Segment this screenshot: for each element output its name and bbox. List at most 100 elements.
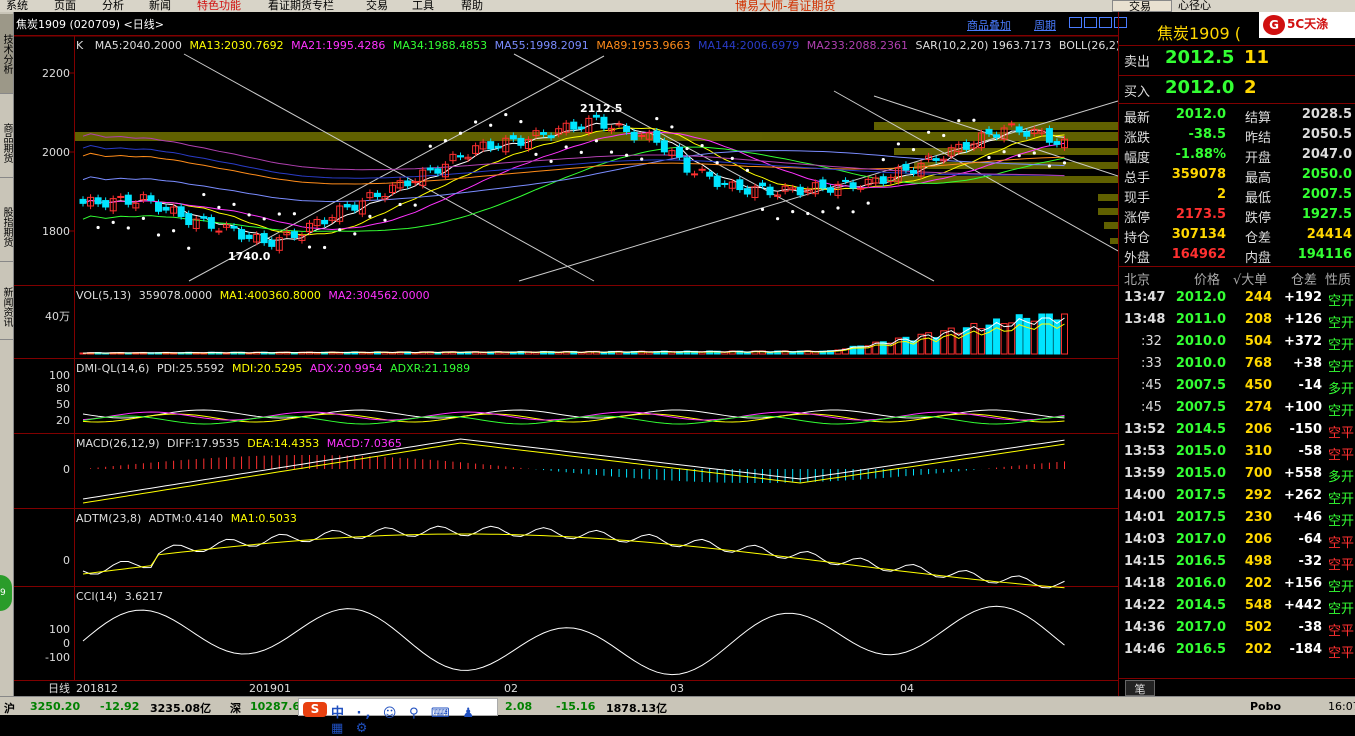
- candle-body: [117, 195, 125, 198]
- tick-time: 14:46: [1124, 642, 1166, 657]
- tab-news[interactable]: 新闻资讯: [0, 274, 13, 340]
- sar-dot: [625, 153, 629, 157]
- candle-body: [577, 126, 585, 130]
- sar-dot: [927, 130, 931, 134]
- menu-column[interactable]: 看证期货专栏: [268, 0, 334, 12]
- vol-legend-value: 359078.0000: [139, 289, 212, 302]
- dmi-legend: DMI-QL(14,6) PDI:25.5592 MDI:20.5295 ADX…: [76, 362, 470, 375]
- tab-index-futures[interactable]: 股指期货: [0, 192, 13, 262]
- y-label-2000: 2000: [42, 146, 70, 159]
- quote-symbol-name: 焦炭1909 (: [1157, 24, 1242, 43]
- zoom-out-icon[interactable]: [1069, 17, 1082, 28]
- candle-body: [373, 192, 381, 198]
- quote-row: 最新 2012.0 结算 2028.5: [1119, 105, 1355, 126]
- period-link[interactable]: 周期: [1034, 17, 1056, 33]
- sh-change: -12.92: [100, 700, 140, 713]
- menu-tools[interactable]: 工具: [412, 0, 434, 12]
- tick-nature: 空开: [1327, 316, 1354, 331]
- candle-body: [826, 187, 834, 193]
- tick-row[interactable]: 14:00 2017.5 292 +262 空开: [1119, 485, 1355, 507]
- menu-help[interactable]: 帮助: [461, 0, 483, 12]
- sar-dot: [760, 207, 765, 212]
- macd-legend: MACD(26,12,9) DIFF:17.9535 DEA:14.4353 M…: [76, 437, 402, 450]
- tick-volume: 768: [1244, 356, 1272, 371]
- tab-technical-analysis[interactable]: 技术分析: [0, 14, 13, 94]
- menu-features[interactable]: 特色功能: [197, 0, 241, 12]
- sar-dot: [323, 245, 327, 250]
- tab-commodity-futures[interactable]: 商品期货: [0, 108, 13, 178]
- zoom-in-icon[interactable]: [1084, 17, 1097, 28]
- tab-ticks[interactable]: 笔: [1125, 680, 1155, 696]
- dmi-axis-80: 80: [56, 382, 70, 395]
- tick-row[interactable]: 13:52 2014.5 206 -150 空平: [1119, 419, 1355, 441]
- chart-area[interactable]: K MA5:2040.2000 MA13:2030.7692 MA21:1995…: [14, 36, 1118, 696]
- main-legend: K MA5:2040.2000 MA13:2030.7692 MA21:1995…: [76, 39, 1118, 52]
- tick-row[interactable]: 14:46 2016.5 202 -184 空平: [1119, 639, 1355, 661]
- sar-dot: [353, 232, 357, 236]
- tick-price: 2016.5: [1175, 554, 1226, 569]
- menu-system[interactable]: 系统: [6, 0, 28, 12]
- tick-row[interactable]: :33 2010.0 768 +38 空开: [1119, 353, 1355, 375]
- tick-row[interactable]: :45 2007.5 274 +100 空开: [1119, 397, 1355, 419]
- tick-row[interactable]: :32 2010.0 504 +372 空开: [1119, 331, 1355, 353]
- menu-news[interactable]: 新闻: [149, 0, 171, 12]
- symbol-title: 焦炭1909 (020709) <日线>: [16, 18, 164, 31]
- tick-row[interactable]: 14:03 2017.0 206 -64 空平: [1119, 529, 1355, 551]
- tick-nature: 空平: [1327, 646, 1354, 661]
- x-label-201812: 201812: [76, 682, 118, 695]
- sar-dot: [368, 214, 372, 218]
- tick-volume: 202: [1244, 642, 1272, 657]
- sar-dot: [172, 229, 176, 233]
- sz-change: -15.16: [556, 700, 596, 713]
- tick-row[interactable]: 14:01 2017.5 230 +46 空开: [1119, 507, 1355, 529]
- sar-dot: [791, 210, 795, 214]
- tick-row[interactable]: 14:18 2016.0 202 +156 空开: [1119, 573, 1355, 595]
- cci-legend: CCI(14) 3.6217: [76, 590, 163, 603]
- sell-label: 卖出: [1124, 55, 1151, 70]
- menu-analysis[interactable]: 分析: [102, 0, 124, 12]
- arrow-left-icon[interactable]: [1099, 17, 1112, 28]
- stat-value: 359078: [1171, 167, 1226, 182]
- ime-icons[interactable]: 中 ·, ☺ ⚲ ⌨ ♟ ▦ ⚙: [331, 702, 497, 736]
- tick-row[interactable]: 14:15 2016.5 498 -32 空平: [1119, 551, 1355, 573]
- overlay-link[interactable]: 商品叠加: [967, 17, 1011, 33]
- trade-button[interactable]: 交易: [1112, 0, 1172, 12]
- candle-body: [630, 131, 638, 141]
- tick-row[interactable]: 14:36 2017.0 502 -38 空平: [1119, 617, 1355, 639]
- menu-page[interactable]: 页面: [54, 0, 76, 12]
- tick-row[interactable]: 13:48 2011.0 208 +126 空开: [1119, 309, 1355, 331]
- macd-legend-macd: MACD:7.0365: [327, 437, 402, 450]
- candle-body: [910, 170, 917, 174]
- band-6: [1098, 194, 1118, 201]
- sar-dot: [443, 138, 447, 143]
- tick-row[interactable]: :45 2007.5 450 -14 多开: [1119, 375, 1355, 397]
- candle-body: [94, 197, 102, 205]
- candle-body: [215, 230, 223, 233]
- x-axis-period: 日线: [48, 681, 70, 695]
- tick-time: 14:03: [1124, 532, 1166, 547]
- sell-row: 卖出 2012.5 11: [1119, 45, 1355, 71]
- app-title: 博易大师-看证期货: [735, 0, 836, 12]
- volume-ma2-line: [82, 317, 1065, 354]
- tick-price: 2016.5: [1175, 642, 1226, 657]
- tick-volume: 244: [1244, 290, 1272, 305]
- sar-dot: [458, 131, 463, 135]
- menu-trade[interactable]: 交易: [366, 0, 388, 12]
- tick-price: 2016.0: [1175, 576, 1226, 591]
- legend-k: K: [76, 39, 84, 52]
- tick-row[interactable]: 13:47 2012.0 244 +192 空开: [1119, 287, 1355, 309]
- cci-legend-prefix: CCI(14): [76, 590, 117, 603]
- sar-dot: [428, 144, 432, 148]
- stat-label: 内盘: [1245, 251, 1272, 266]
- volume-bar: [1008, 322, 1016, 355]
- ime-toolbar[interactable]: S 中 ·, ☺ ⚲ ⌨ ♟ ▦ ⚙: [298, 698, 498, 736]
- candle-body: [660, 140, 668, 153]
- tick-oi-change: +46: [1293, 510, 1322, 525]
- tick-row[interactable]: 13:53 2015.0 310 -58 空平: [1119, 441, 1355, 463]
- vol-legend-prefix: VOL(5,13): [76, 289, 131, 302]
- low-price-label: 1740.0: [228, 250, 271, 263]
- tick-nature: 空平: [1327, 536, 1354, 551]
- tick-row[interactable]: 13:59 2015.0 700 +558 多开: [1119, 463, 1355, 485]
- tick-row[interactable]: 14:22 2014.5 548 +442 空开: [1119, 595, 1355, 617]
- stat-value: 2007.5: [1301, 187, 1352, 202]
